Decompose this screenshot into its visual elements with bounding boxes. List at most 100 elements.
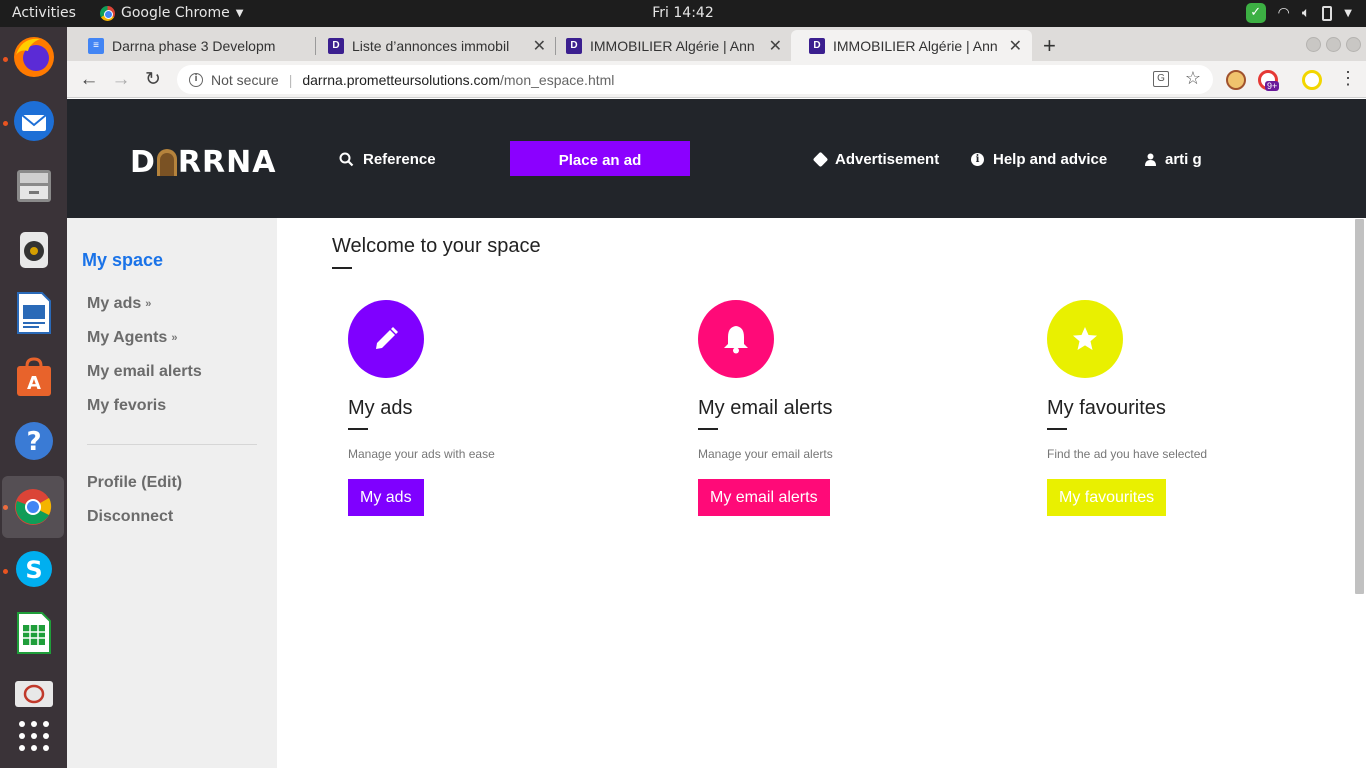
minimize-window-icon[interactable] <box>1306 37 1321 52</box>
card-description: Find the ad you have selected <box>1047 447 1208 461</box>
darrna-favicon-icon: D <box>328 37 344 54</box>
card-my-ads: My ads Manage your ads with ease My ads <box>348 300 648 520</box>
my-favourites-button[interactable]: My favourites <box>1047 479 1167 516</box>
chevron-down-icon: ▼ <box>235 7 244 19</box>
url-host: darrna.prometteursolutions.com <box>302 71 500 88</box>
volume-icon[interactable]: 🔈︎ <box>1302 5 1310 21</box>
pencil-icon <box>376 327 398 349</box>
app-menu-label: Google Chrome <box>121 5 230 21</box>
running-indicator <box>3 569 8 574</box>
firefox-icon[interactable] <box>9 32 59 82</box>
libreoffice-writer-icon[interactable] <box>9 288 59 338</box>
tab-darrna-phase3[interactable]: ≡ Darrna phase 3 Developm <box>70 30 316 61</box>
my-email-alerts-button[interactable]: My email alerts <box>698 479 830 516</box>
libreoffice-calc-icon[interactable] <box>9 608 59 658</box>
card-title: My favourites <box>1047 397 1166 419</box>
card-description: Manage your email alerts <box>698 447 833 461</box>
forward-arrow-icon[interactable]: → <box>109 68 133 92</box>
nav-help-label: Help and advice <box>993 151 1108 168</box>
favourites-circle[interactable] <box>1047 300 1123 378</box>
info-icon[interactable]: i <box>189 72 203 87</box>
app-menu[interactable]: Google Chrome ▼ <box>100 5 243 21</box>
close-tab-icon[interactable]: ✕ <box>533 36 546 56</box>
double-chevron-down-icon: » <box>171 332 178 344</box>
sidebar-item-profile[interactable]: Profile (Edit) <box>87 474 182 492</box>
nav-user[interactable]: arti g <box>1145 151 1202 168</box>
main-content: Welcome to your space My ads Manage your… <box>277 218 1366 768</box>
translate-icon[interactable]: G <box>1153 71 1169 87</box>
svg-text:A: A <box>27 373 41 394</box>
place-ad-button[interactable]: Place an ad <box>510 141 690 176</box>
page-scrollbar[interactable] <box>1355 219 1364 594</box>
sidebar-item-fevoris[interactable]: My fevoris <box>87 397 166 415</box>
tag-icon <box>812 151 829 168</box>
system-tray[interactable]: ✓ ◠ 🔈︎ ▼ <box>1245 3 1352 23</box>
sidebar-item-my-agents[interactable]: My Agents » <box>87 329 177 347</box>
sidebar-item-label: My Agents <box>87 329 168 346</box>
card-underline <box>348 428 368 430</box>
tab-title: IMMOBILIER Algérie | Ann <box>833 37 998 54</box>
card-title: My email alerts <box>698 397 833 419</box>
sidebar-divider <box>87 444 257 445</box>
tab-title: IMMOBILIER Algérie | Ann <box>590 37 755 54</box>
my-ads-circle[interactable] <box>348 300 424 378</box>
security-label: Not secure <box>211 71 279 88</box>
sidebar-item-email-alerts[interactable]: My email alerts <box>87 363 202 381</box>
address-bar[interactable]: i Not secure | darrna.prometteursolution… <box>177 65 1213 94</box>
card-email-alerts: My email alerts Manage your email alerts… <box>698 300 998 520</box>
sidebar-item-disconnect[interactable]: Disconnect <box>87 508 173 526</box>
card-underline <box>698 428 718 430</box>
nav-reference[interactable]: Reference <box>339 151 436 168</box>
extension-badge: 9+ <box>1265 81 1280 91</box>
door-icon <box>156 149 177 176</box>
activities-button[interactable]: Activities <box>12 5 76 21</box>
system-top-bar: Activities Google Chrome ▼ Fri 14:42 ✓ ◠… <box>0 0 1366 27</box>
tab-title: Liste d’annonces immobil <box>352 37 510 54</box>
help-icon[interactable]: ? <box>9 416 59 466</box>
bookmark-star-icon[interactable]: ☆ <box>1185 68 1201 89</box>
close-tab-icon[interactable]: ✕ <box>1009 36 1022 56</box>
p-extension-icon[interactable] <box>1302 70 1322 90</box>
url-path: /mon_espace.html <box>500 71 615 88</box>
user-icon <box>1145 153 1156 166</box>
nav-advertisement[interactable]: Advertisement <box>812 151 940 168</box>
tab-strip: ≡ Darrna phase 3 Developm D Liste d’anno… <box>67 27 1366 61</box>
tab-liste-annonces[interactable]: D Liste d’annonces immobil ✕ <box>310 30 556 61</box>
chrome-menu-icon[interactable]: ⋮ <box>1339 68 1357 89</box>
sidebar-item-my-ads[interactable]: My ads » <box>87 295 151 313</box>
wifi-icon[interactable]: ◠ <box>1278 5 1290 21</box>
nav-advertisement-label: Advertisement <box>835 151 940 168</box>
tab-immobilier-active[interactable]: D IMMOBILIER Algérie | Ann ✕ <box>791 30 1032 61</box>
rhythmbox-icon[interactable] <box>9 224 59 274</box>
dock: A ? S <box>0 27 67 768</box>
software-center-icon[interactable]: A <box>9 352 59 402</box>
sidebar-heading[interactable]: My space <box>82 250 163 271</box>
cookie-extension-icon[interactable] <box>1226 70 1246 90</box>
battery-icon[interactable] <box>1322 5 1333 21</box>
files-icon[interactable] <box>9 160 59 210</box>
new-tab-icon[interactable]: + <box>1043 33 1056 59</box>
skype-icon[interactable]: S <box>9 544 59 594</box>
darrna-logo[interactable]: D RRNA <box>130 145 276 180</box>
star-icon <box>1073 327 1097 350</box>
maximize-window-icon[interactable] <box>1326 37 1341 52</box>
chevron-down-icon[interactable]: ▼ <box>1344 8 1352 19</box>
bell-icon <box>724 326 748 354</box>
close-tab-icon[interactable]: ✕ <box>769 36 782 56</box>
thunderbird-icon[interactable] <box>9 96 59 146</box>
card-underline <box>1047 428 1067 430</box>
svg-text:S: S <box>25 556 42 584</box>
nav-help[interactable]: i Help and advice <box>971 151 1107 168</box>
my-ads-button[interactable]: My ads <box>348 479 424 516</box>
darrna-favicon-icon: D <box>566 37 582 54</box>
update-check-icon[interactable]: ✓ <box>1245 3 1266 23</box>
running-indicator <box>3 57 8 62</box>
back-arrow-icon[interactable]: ← <box>77 68 101 92</box>
clock[interactable]: Fri 14:42 <box>652 5 713 21</box>
chrome-icon[interactable] <box>2 476 64 538</box>
tab-immobilier-1[interactable]: D IMMOBILIER Algérie | Ann ✕ <box>548 30 792 61</box>
email-alerts-circle[interactable] <box>698 300 774 378</box>
show-applications-icon[interactable] <box>9 711 59 761</box>
reload-icon[interactable]: ↻ <box>141 68 165 92</box>
close-window-icon[interactable] <box>1346 37 1361 52</box>
